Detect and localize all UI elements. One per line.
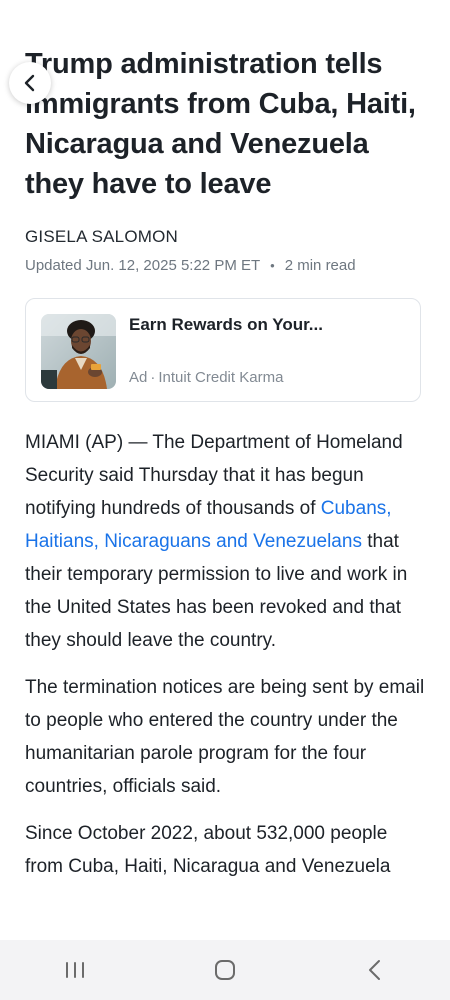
recent-apps-button[interactable]	[45, 940, 105, 1000]
ad-card[interactable]: Earn Rewards on Your... Ad · Intuit Credit…	[25, 298, 421, 402]
ad-title: Earn Rewards on Your...	[129, 315, 323, 334]
author-byline[interactable]: GISELA SALOMON	[25, 226, 427, 248]
ad-image	[41, 314, 116, 389]
article-page: Trump administration tells immigrants fr…	[0, 0, 450, 1000]
meta-separator: •	[270, 258, 275, 273]
article-body: MIAMI (AP) — The Department of Homeland …	[25, 426, 427, 883]
article-meta: Updated Jun. 12, 2025 5:22 PM ET • 2 min…	[25, 256, 427, 276]
ad-sponsor-line: Ad · Intuit Credit Karma	[129, 368, 283, 388]
system-navigation-bar	[0, 940, 450, 1000]
ad-label: Ad	[129, 369, 148, 386]
chevron-left-icon	[24, 74, 35, 92]
article: Trump administration tells immigrants fr…	[25, 44, 427, 897]
recent-apps-icon	[66, 962, 84, 978]
article-headline: Trump administration tells immigrants fr…	[25, 48, 416, 200]
back-button[interactable]	[9, 62, 51, 104]
updated-timestamp: Updated Jun. 12, 2025 5:22 PM ET	[25, 257, 261, 274]
home-icon	[215, 960, 235, 980]
ad-separator: ·	[150, 369, 156, 386]
ad-sponsor-name: Intuit Credit Karma	[158, 369, 284, 386]
paragraph: The termination notices are being sent b…	[25, 677, 425, 797]
home-button[interactable]	[195, 940, 255, 1000]
read-time: 2 min read	[284, 257, 356, 274]
back-icon	[369, 960, 380, 980]
paragraph: Since October 2022, about 532,000 people…	[25, 823, 391, 877]
system-back-button[interactable]	[345, 940, 405, 1000]
paragraph: MIAMI (AP) — The Department of Homeland …	[25, 426, 427, 657]
